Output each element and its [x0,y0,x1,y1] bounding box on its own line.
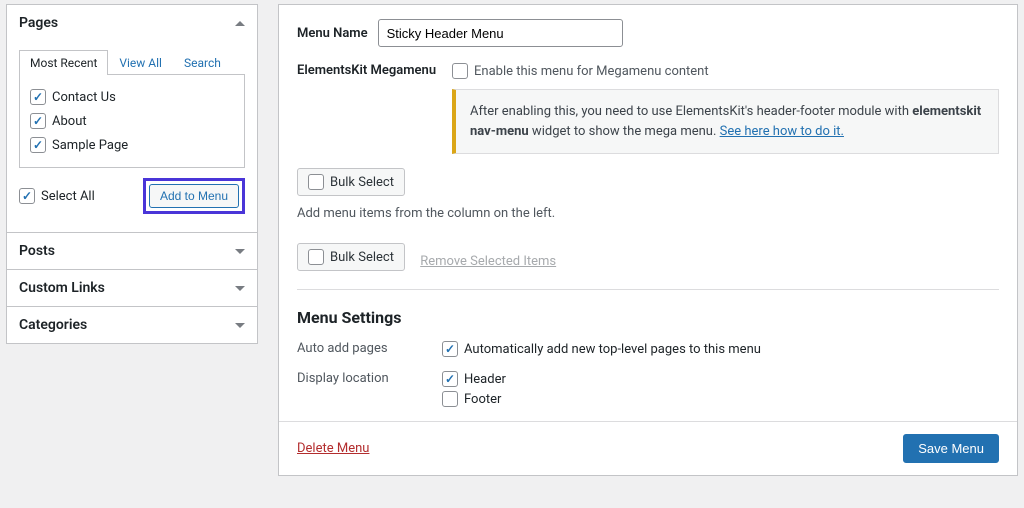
auto-add-checkbox-row[interactable]: Automatically add new top-level pages to… [442,339,999,359]
checkbox-icon[interactable] [30,113,46,129]
notice-link[interactable]: See here how to do it. [720,124,844,139]
collapse-icon [235,21,245,26]
notice-text-1: After enabling this, you need to use Ele… [470,104,912,119]
auto-add-ctrl: Automatically add new top-level pages to… [442,339,999,359]
menu-edit-inner: Menu Name ElementsKit Megamenu Enable th… [279,5,1017,409]
pages-header[interactable]: Pages [7,5,257,41]
pages-title: Pages [19,15,58,31]
bulk-select-button[interactable]: Bulk Select [297,243,405,271]
pages-metabox: Pages Most Recent View All Search Contac… [6,4,258,233]
pages-list: Contact Us About Sample Page [19,75,245,168]
list-item[interactable]: About [30,109,234,133]
categories-title: Categories [19,317,87,333]
page-label: About [52,114,87,129]
menu-footer-bar: Delete Menu Save Menu [279,421,1017,475]
menu-name-row: Menu Name [297,19,999,47]
tab-view-all[interactable]: View All [108,50,173,75]
auto-add-label: Auto add pages [297,339,442,356]
checkbox-icon[interactable] [19,188,35,204]
megamenu-enable-row[interactable]: Enable this menu for Megamenu content [452,63,999,79]
divider [297,289,999,290]
tab-search[interactable]: Search [173,50,232,75]
menu-name-label: Menu Name [297,26,368,41]
pages-tabs: Most Recent View All Search [19,49,245,75]
bulk-select-top: Bulk Select [297,168,999,196]
expand-icon [235,323,245,328]
checkbox-icon[interactable] [308,249,324,265]
select-all-label: Select All [41,189,95,204]
delete-menu-link[interactable]: Delete Menu [297,441,369,456]
bulk-select-bottom: Bulk Select Remove Selected Items [297,243,999,271]
categories-metabox: Categories [6,307,258,344]
megamenu-label: ElementsKit Megamenu [297,63,442,78]
location-footer-row[interactable]: Footer [442,389,999,409]
auto-add-text: Automatically add new top-level pages to… [464,342,761,357]
notice-text-2: widget to show the mega menu. [529,124,720,139]
page-label: Sample Page [52,138,128,153]
location-footer-label: Footer [464,392,501,407]
checkbox-icon[interactable] [30,89,46,105]
display-location-label: Display location [297,369,442,386]
list-item[interactable]: Contact Us [30,85,234,109]
empty-menu-hint: Add menu items from the column on the le… [297,206,999,221]
location-header-label: Header [464,372,506,387]
checkbox-icon[interactable] [30,137,46,153]
select-all-row[interactable]: Select All [19,184,95,208]
pages-body: Most Recent View All Search Contact Us A… [7,49,257,232]
megamenu-controls: Enable this menu for Megamenu content Af… [452,63,999,154]
checkbox-icon[interactable] [442,341,458,357]
bulk-select-label: Bulk Select [330,175,394,190]
expand-icon [235,286,245,291]
megamenu-notice: After enabling this, you need to use Ele… [452,89,999,154]
menu-name-input[interactable] [378,19,623,47]
categories-header[interactable]: Categories [7,307,257,343]
expand-icon [235,249,245,254]
posts-header[interactable]: Posts [7,233,257,269]
bulk-select-button[interactable]: Bulk Select [297,168,405,196]
checkbox-icon[interactable] [452,63,468,79]
page-label: Contact Us [52,90,116,105]
display-location-ctrl: Header Footer [442,369,999,409]
megamenu-row: ElementsKit Megamenu Enable this menu fo… [297,63,999,154]
custom-links-header[interactable]: Custom Links [7,270,257,306]
checkbox-icon[interactable] [442,371,458,387]
add-to-menu-button[interactable]: Add to Menu [149,184,239,208]
bulk-select-label: Bulk Select [330,250,394,265]
auto-add-row: Auto add pages Automatically add new top… [297,339,999,359]
checkbox-icon[interactable] [442,391,458,407]
pages-footer: Select All Add to Menu [19,168,245,220]
megamenu-enable-label: Enable this menu for Megamenu content [474,64,709,79]
tab-most-recent[interactable]: Most Recent [19,50,108,75]
menu-settings-title: Menu Settings [297,308,999,327]
add-to-menu-highlight: Add to Menu [143,178,245,214]
display-location-row: Display location Header Footer [297,369,999,409]
custom-links-metabox: Custom Links [6,270,258,307]
posts-title: Posts [19,243,55,259]
save-menu-button[interactable]: Save Menu [903,434,999,463]
sidebar: Pages Most Recent View All Search Contac… [6,4,258,476]
remove-selected-link: Remove Selected Items [420,254,556,269]
custom-links-title: Custom Links [19,280,105,296]
posts-metabox: Posts [6,233,258,270]
checkbox-icon[interactable] [308,174,324,190]
menu-edit-panel: Menu Name ElementsKit Megamenu Enable th… [278,4,1018,476]
location-header-row[interactable]: Header [442,369,999,389]
list-item[interactable]: Sample Page [30,133,234,157]
